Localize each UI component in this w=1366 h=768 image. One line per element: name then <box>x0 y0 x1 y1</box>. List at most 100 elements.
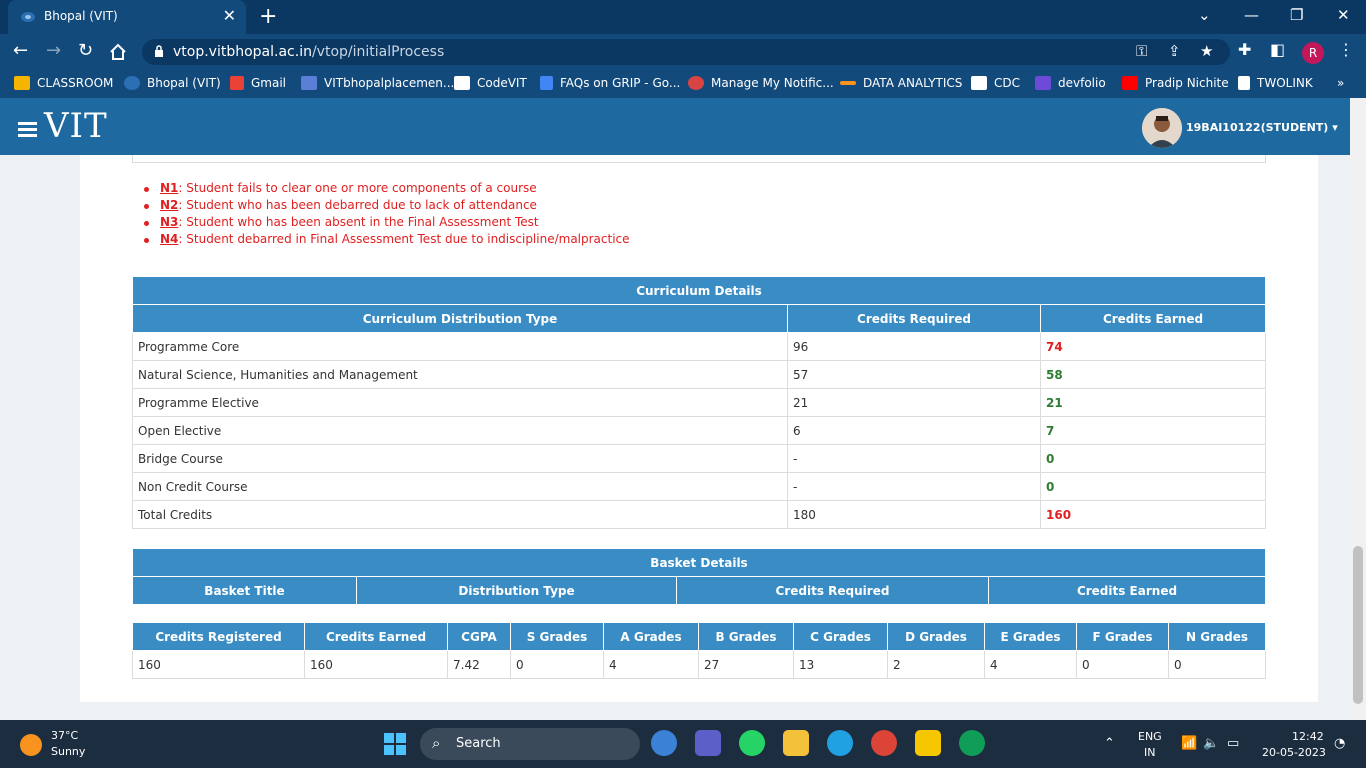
bookmark-twolink[interactable]: TWOLINK <box>1238 76 1313 90</box>
address-bar[interactable]: vtop.vitbhopal.ac.in/vtop/initialProcess… <box>142 39 1230 65</box>
hamburger-menu-icon[interactable] <box>18 122 37 137</box>
column-header: Credits Earned <box>1040 304 1266 333</box>
more-bookmarks-icon[interactable]: » <box>1337 76 1344 90</box>
lock-icon[interactable] <box>154 45 164 57</box>
cell-earned: 160 <box>1040 500 1266 529</box>
table-row: Natural Science, Humanities and Manageme… <box>132 360 1266 389</box>
note-n2: N2: Student who has been debarred due to… <box>142 198 630 215</box>
chrome-icon[interactable] <box>871 730 897 756</box>
start-button[interactable] <box>384 733 406 755</box>
bookmark-codevit[interactable]: CodeVIT <box>454 76 527 90</box>
home-icon[interactable] <box>109 43 127 61</box>
column-header: A Grades <box>603 622 699 651</box>
whatsapp-icon[interactable] <box>739 730 765 756</box>
cell-required: 21 <box>787 388 1041 417</box>
bookmark-classroom[interactable]: CLASSROOM <box>14 76 113 90</box>
bookmark-gmail[interactable]: Gmail <box>230 76 286 90</box>
column-header: CGPA <box>447 622 511 651</box>
cell-b-grades: 27 <box>698 650 794 679</box>
weather-temperature[interactable]: 37°C <box>51 729 78 742</box>
pdf-reader-icon[interactable] <box>915 730 941 756</box>
bookmark-star-icon[interactable]: ★ <box>1200 42 1213 60</box>
windows-taskbar: 37°C Sunny ⌕ Search ⌃ ENG IN 📶 🔈 ▭ 12:42… <box>0 720 1366 768</box>
wifi-icon[interactable]: 📶 <box>1181 736 1197 751</box>
note-text: : Student who has been debarred due to l… <box>178 198 537 212</box>
chrome-profile-icon[interactable] <box>959 730 985 756</box>
password-key-icon[interactable]: ⚿ <box>1136 42 1147 60</box>
bookmark-notifications[interactable]: Manage My Notific... <box>688 76 834 90</box>
notification-icon <box>688 76 704 90</box>
profile-avatar[interactable]: R <box>1302 42 1324 64</box>
note-n3: N3: Student who has been absent in the F… <box>142 215 630 232</box>
bookmark-pradip-nichite[interactable]: Pradip Nichite <box>1122 76 1229 90</box>
url-domain: vtop.vitbhopal.ac.in <box>173 44 312 60</box>
teams-icon[interactable] <box>695 730 721 756</box>
menu-kebab-icon[interactable]: ⋮ <box>1338 40 1354 59</box>
forward-icon[interactable]: → <box>46 40 61 61</box>
tab-search-chevron-icon[interactable]: ⌄ <box>1198 6 1211 24</box>
share-icon[interactable]: ⇪ <box>1168 42 1181 60</box>
table-row: 160 160 7.42 0 4 27 13 2 4 0 0 <box>132 650 1266 679</box>
page-scrollbar[interactable] <box>1350 98 1366 720</box>
bookmark-faqs-grip[interactable]: FAQs on GRIP - Go... <box>540 76 680 90</box>
vit-favicon-icon <box>124 76 140 90</box>
extensions-icon[interactable]: ✚ <box>1238 40 1251 59</box>
column-header: B Grades <box>698 622 794 651</box>
volume-icon[interactable]: 🔈 <box>1203 736 1219 751</box>
new-tab-icon[interactable]: + <box>259 4 277 29</box>
restore-icon[interactable]: ❐ <box>1290 6 1303 24</box>
cell-cgpa: 7.42 <box>447 650 511 679</box>
bookmark-placement[interactable]: VITbhopalplacemen... <box>301 76 454 90</box>
clock-time[interactable]: 12:42 <box>1292 730 1324 743</box>
tab-close-icon[interactable]: ✕ <box>223 6 236 25</box>
url-path: /vtop/initialProcess <box>311 44 445 60</box>
close-window-icon[interactable]: ✕ <box>1337 6 1350 24</box>
column-header: Distribution Type <box>356 576 677 605</box>
weather-condition[interactable]: Sunny <box>51 745 85 758</box>
cell-type: Programme Elective <box>132 388 788 417</box>
vit-logo: VIT <box>44 106 108 146</box>
bookmark-cdc[interactable]: CDC <box>971 76 1020 90</box>
cdc-icon <box>971 76 987 90</box>
sun-weather-icon[interactable] <box>20 734 42 756</box>
clock-date[interactable]: 20-05-2023 <box>1262 746 1326 759</box>
language-label[interactable]: ENG <box>1138 730 1162 743</box>
cell-f-grades: 0 <box>1076 650 1169 679</box>
back-icon[interactable]: ← <box>13 40 28 61</box>
codevit-icon <box>454 76 470 90</box>
twolink-icon <box>1238 76 1250 90</box>
bookmark-data-analytics[interactable]: DATA ANALYTICS <box>840 76 962 90</box>
note-code: N2 <box>160 198 179 212</box>
help-app-icon[interactable] <box>651 730 677 756</box>
note-code: N3 <box>160 215 179 229</box>
column-header: Credits Earned <box>304 622 448 651</box>
column-header: Basket Title <box>132 576 357 605</box>
reload-icon[interactable]: ↻ <box>78 40 93 61</box>
note-code: N1 <box>160 181 179 195</box>
curriculum-title: Curriculum Details <box>132 276 1266 305</box>
side-panel-icon[interactable]: ◧ <box>1270 40 1285 59</box>
cell-required: 96 <box>787 332 1041 361</box>
table-row: Open Elective 6 7 <box>132 416 1266 445</box>
notification-bell-icon[interactable]: ◔ <box>1334 736 1345 751</box>
file-explorer-icon[interactable] <box>783 730 809 756</box>
column-header: Credits Earned <box>988 576 1266 605</box>
cell-required: - <box>787 472 1041 501</box>
battery-icon[interactable]: ▭ <box>1227 736 1239 751</box>
region-label[interactable]: IN <box>1144 746 1155 759</box>
cell-c-grades: 13 <box>793 650 888 679</box>
vit-favicon-icon <box>21 12 35 22</box>
scrollbar-thumb[interactable] <box>1353 546 1363 704</box>
devfolio-icon <box>1035 76 1051 90</box>
taskbar-search[interactable]: ⌕ Search <box>420 728 640 760</box>
people-icon <box>301 76 317 90</box>
edge-icon[interactable] <box>827 730 853 756</box>
bookmark-devfolio[interactable]: devfolio <box>1035 76 1106 90</box>
tray-chevron-up-icon[interactable]: ⌃ <box>1104 736 1115 751</box>
browser-tab[interactable]: Bhopal (VIT) ✕ <box>8 0 246 34</box>
gmail-icon <box>230 76 244 90</box>
page-viewport: VIT 19BAI10122(STUDENT) ▾ N1: Student fa… <box>0 98 1350 720</box>
basket-title: Basket Details <box>132 548 1266 577</box>
bookmark-bhopal-vit[interactable]: Bhopal (VIT) <box>124 76 221 90</box>
minimize-icon[interactable]: — <box>1244 6 1259 24</box>
